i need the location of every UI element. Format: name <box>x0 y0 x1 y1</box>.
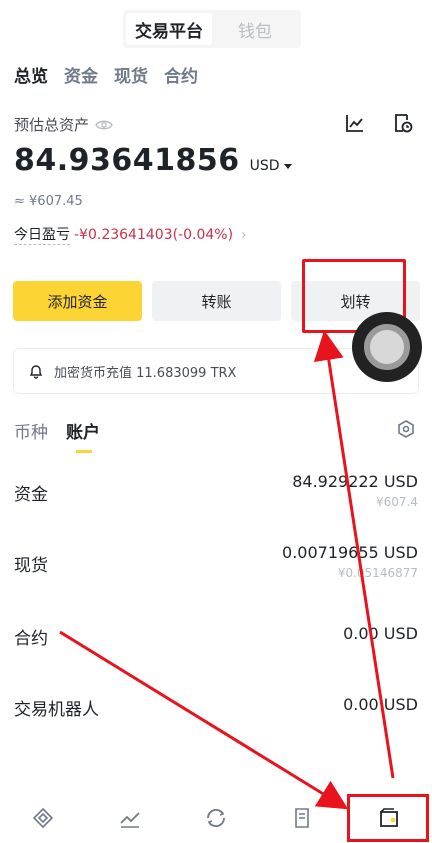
add-funds-button[interactable]: 添加资金 <box>13 281 142 321</box>
caret-down-icon <box>283 163 292 169</box>
currency-label: USD <box>249 158 280 174</box>
account-amount-cny: ¥0.05146877 <box>337 566 418 580</box>
header-actions <box>344 112 414 134</box>
nav-trade[interactable] <box>196 798 236 838</box>
assistive-touch-button[interactable] <box>352 312 422 382</box>
account-values: 84.929222 USD ¥607.4 <box>292 472 418 509</box>
balance-approx-cny: ≈ ¥607.45 <box>14 194 83 209</box>
nav-home[interactable] <box>23 798 63 838</box>
annotation-box-wallet <box>347 794 429 842</box>
toggle-wallet[interactable]: 钱包 <box>212 13 298 45</box>
total-balance: 84.93641856 USD <box>14 143 292 178</box>
estimated-assets-row: 预估总资产 <box>14 114 113 135</box>
home-diamond-icon <box>33 807 54 828</box>
deposit-notice-text: 加密货币充值 11.683099 TRX <box>54 365 237 381</box>
markets-icon <box>119 811 140 828</box>
estimated-assets-label: 预估总资产 <box>14 116 90 134</box>
balance-value: 84.93641856 <box>14 143 240 178</box>
tab-by-account[interactable]: 账户 <box>66 418 100 453</box>
account-row-spot[interactable]: 现货 0.00719655 USD ¥0.05146877 <box>14 543 418 580</box>
account-row-trading-bots[interactable]: 交易机器人 0.00 USD <box>14 695 418 720</box>
account-amount: 84.929222 USD <box>292 472 418 491</box>
tab-futures[interactable]: 合约 <box>164 62 198 87</box>
account-name: 交易机器人 <box>14 700 99 720</box>
platform-toggle: 交易平台 钱包 <box>123 10 301 48</box>
currency-selector[interactable]: USD <box>250 158 292 174</box>
account-name: 现货 <box>14 556 48 576</box>
account-amount: 0.00 USD <box>343 624 418 643</box>
account-name: 合约 <box>14 629 48 649</box>
account-values: 0.00 USD <box>343 695 418 720</box>
account-values: 0.00 USD <box>343 624 418 649</box>
nav-orders[interactable] <box>282 798 322 838</box>
orders-icon <box>295 807 310 828</box>
today-pnl[interactable]: 今日盈亏 -¥0.23641403(-0.04%) › <box>14 224 247 245</box>
tab-funding[interactable]: 资金 <box>64 62 98 87</box>
account-row-funding[interactable]: 资金 84.929222 USD ¥607.4 <box>14 472 418 509</box>
tab-spot[interactable]: 现货 <box>114 62 148 87</box>
account-name: 资金 <box>14 485 48 505</box>
app-screen: { "top_toggle": {"exchange": "交易平台", "wa… <box>0 0 432 843</box>
pnl-label: 今日盈亏 <box>14 224 70 245</box>
asset-view-tabs: 币种 账户 <box>14 418 100 453</box>
toggle-exchange[interactable]: 交易平台 <box>126 13 212 45</box>
send-button[interactable]: 转账 <box>152 281 281 321</box>
account-row-futures[interactable]: 合约 0.00 USD <box>14 624 418 649</box>
chart-icon[interactable] <box>344 112 366 134</box>
trade-icon <box>207 808 225 827</box>
account-amount: 0.00719655 USD <box>282 543 418 562</box>
account-amount: 0.00 USD <box>343 695 418 714</box>
assistive-touch-ring <box>364 324 410 370</box>
settings-hex-icon[interactable] <box>396 419 416 439</box>
bell-icon <box>29 365 43 379</box>
tab-overview[interactable]: 总览 <box>14 62 48 87</box>
account-amount-cny: ¥607.4 <box>376 495 418 509</box>
history-icon[interactable] <box>392 112 414 134</box>
chevron-right-icon: › <box>241 226 247 243</box>
nav-markets[interactable] <box>110 798 150 838</box>
eye-icon[interactable] <box>95 119 113 131</box>
wallet-sub-tabs: 总览 资金 现货 合约 <box>14 62 198 87</box>
pnl-value: -¥0.23641403(-0.04%) <box>74 226 234 243</box>
account-values: 0.00719655 USD ¥0.05146877 <box>282 543 418 580</box>
tab-by-coin[interactable]: 币种 <box>14 418 48 443</box>
